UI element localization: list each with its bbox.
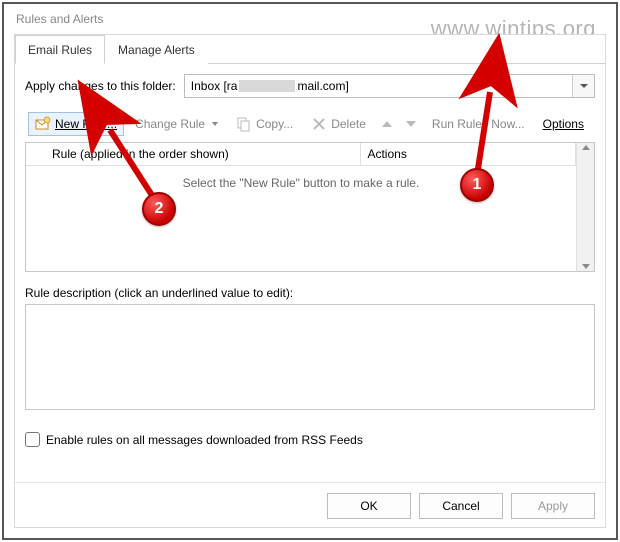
header-checkbox-spacer [32, 147, 46, 161]
folder-value: Inbox [ra mail.com] [185, 79, 572, 93]
ok-button[interactable]: OK [327, 493, 411, 519]
copy-button[interactable]: Copy... [229, 112, 300, 136]
new-rule-button[interactable]: New Rule... [28, 112, 124, 136]
run-rules-now-button[interactable]: Run Rules Now... [425, 113, 532, 135]
scroll-down-icon [582, 264, 590, 269]
column-header-actions[interactable]: Actions [361, 143, 576, 165]
button-label: Delete [331, 117, 366, 131]
apply-button[interactable]: Apply [511, 493, 595, 519]
button-label: Options [543, 117, 584, 131]
tab-strip: Email Rules Manage Alerts [15, 34, 605, 64]
arrow-down-icon [406, 121, 416, 127]
options-button[interactable]: Options [536, 113, 591, 135]
arrow-up-icon [382, 121, 392, 127]
client-panel: Email Rules Manage Alerts Apply changes … [14, 34, 606, 528]
column-label: Rule (applied in the order shown) [52, 147, 229, 161]
button-label: Apply [538, 499, 568, 513]
column-label: Actions [367, 147, 406, 161]
tab-content: Apply changes to this folder: Inbox [ra … [15, 64, 605, 482]
rss-label: Enable rules on all messages downloaded … [46, 433, 363, 447]
window-title: Rules and Alerts [6, 6, 614, 30]
button-label: Change Rule [135, 117, 205, 131]
change-rule-button[interactable]: Change Rule [128, 113, 225, 135]
rss-checkbox[interactable] [25, 432, 40, 447]
redacted-text [239, 80, 295, 92]
rules-list-empty: Select the "New Rule" button to make a r… [26, 166, 576, 271]
folder-row: Apply changes to this folder: Inbox [ra … [25, 74, 595, 98]
tab-manage-alerts[interactable]: Manage Alerts [105, 35, 208, 64]
move-down-button[interactable] [401, 117, 421, 131]
tab-email-rules[interactable]: Email Rules [15, 35, 105, 64]
move-up-button[interactable] [377, 117, 397, 131]
dialog-buttons: OK Cancel Apply [15, 482, 605, 527]
cancel-button[interactable]: Cancel [419, 493, 503, 519]
rules-list-header: Rule (applied in the order shown) Action… [26, 143, 576, 166]
toolbar: New Rule... Change Rule Copy... [25, 108, 595, 140]
tab-label: Email Rules [28, 43, 92, 57]
rules-scrollbar[interactable] [576, 143, 594, 271]
chevron-down-icon [580, 84, 588, 88]
scroll-up-icon [582, 145, 590, 150]
folder-label: Apply changes to this folder: [25, 79, 176, 93]
button-label: Copy... [256, 117, 293, 131]
dropdown-caret-icon [212, 122, 218, 126]
folder-dropdown[interactable]: Inbox [ra mail.com] [184, 74, 595, 98]
rss-checkbox-row: Enable rules on all messages downloaded … [25, 432, 595, 447]
rules-and-alerts-window: Rules and Alerts www.wintips.org Email R… [6, 6, 614, 536]
button-label: OK [360, 499, 377, 513]
copy-icon [236, 116, 252, 132]
new-rule-icon [35, 116, 51, 132]
delete-icon [311, 116, 327, 132]
rules-list: Rule (applied in the order shown) Action… [25, 142, 595, 272]
delete-button[interactable]: Delete [304, 112, 373, 136]
folder-value-suffix: mail.com] [297, 79, 348, 93]
column-header-rule[interactable]: Rule (applied in the order shown) [26, 143, 361, 165]
button-label: New Rule... [55, 117, 117, 131]
description-box[interactable] [25, 304, 595, 410]
description-label: Rule description (click an underlined va… [25, 286, 595, 300]
folder-value-prefix: Inbox [ra [191, 79, 238, 93]
button-label: Run Rules Now... [432, 117, 525, 131]
button-label: Cancel [442, 499, 479, 513]
folder-dropdown-button[interactable] [572, 75, 594, 97]
tab-label: Manage Alerts [118, 43, 195, 57]
